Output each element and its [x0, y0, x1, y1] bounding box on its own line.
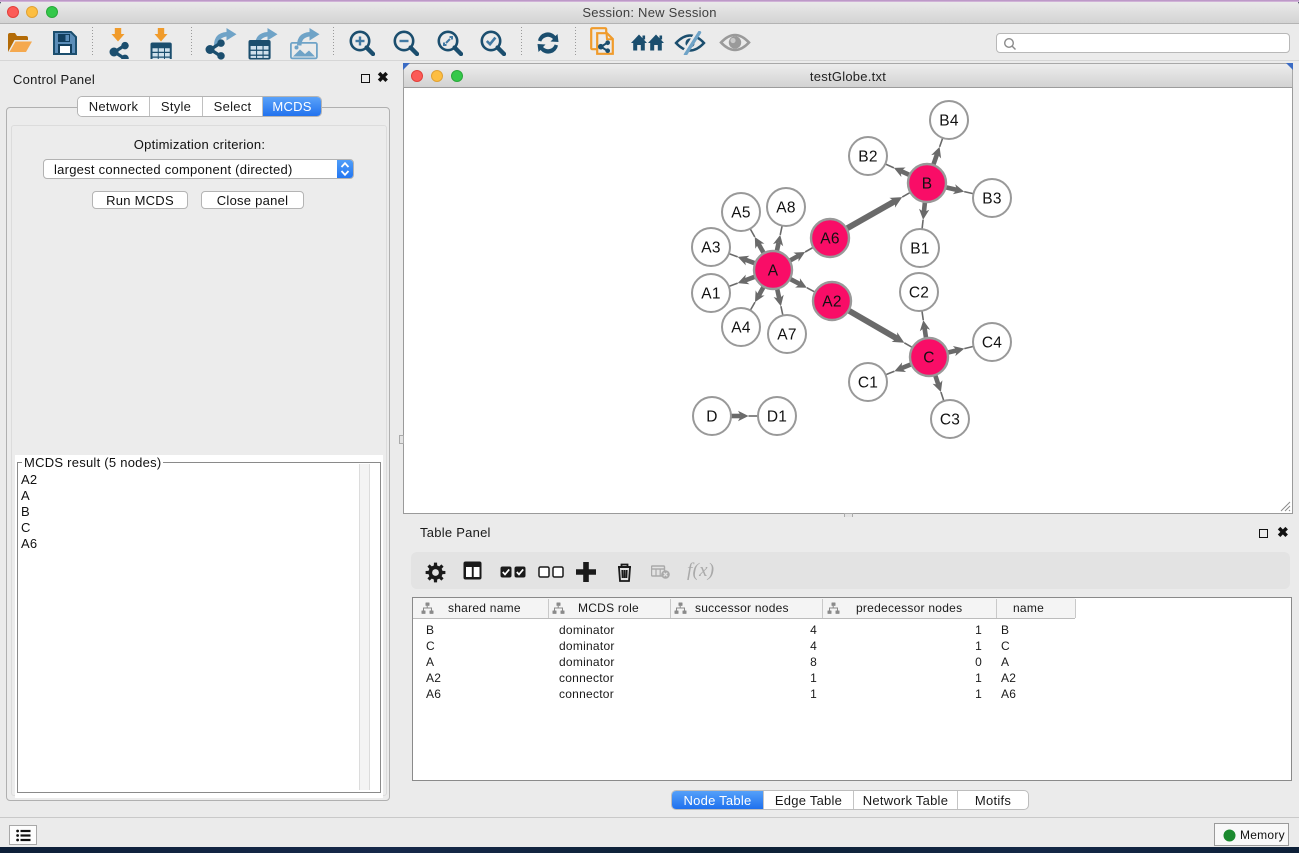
svg-text:A1: A1 — [701, 286, 720, 303]
svg-text:C2: C2 — [909, 285, 929, 302]
svg-text:A: A — [768, 263, 779, 280]
svg-text:C1: C1 — [858, 375, 878, 392]
svg-text:D1: D1 — [767, 409, 787, 426]
svg-text:B4: B4 — [939, 113, 959, 130]
svg-text:A6: A6 — [820, 231, 839, 248]
svg-text:A8: A8 — [776, 200, 795, 217]
svg-text:C4: C4 — [982, 335, 1002, 352]
svg-text:D: D — [706, 409, 717, 426]
svg-text:A4: A4 — [731, 320, 751, 337]
svg-text:A2: A2 — [822, 294, 841, 311]
svg-text:B3: B3 — [982, 191, 1001, 208]
svg-text:B: B — [922, 176, 933, 193]
svg-text:C: C — [923, 350, 934, 367]
svg-text:C3: C3 — [940, 412, 960, 429]
svg-text:A3: A3 — [701, 240, 720, 257]
svg-text:B1: B1 — [910, 241, 929, 258]
svg-text:A5: A5 — [731, 205, 750, 222]
svg-text:B2: B2 — [858, 149, 877, 166]
svg-text:A7: A7 — [777, 327, 796, 344]
